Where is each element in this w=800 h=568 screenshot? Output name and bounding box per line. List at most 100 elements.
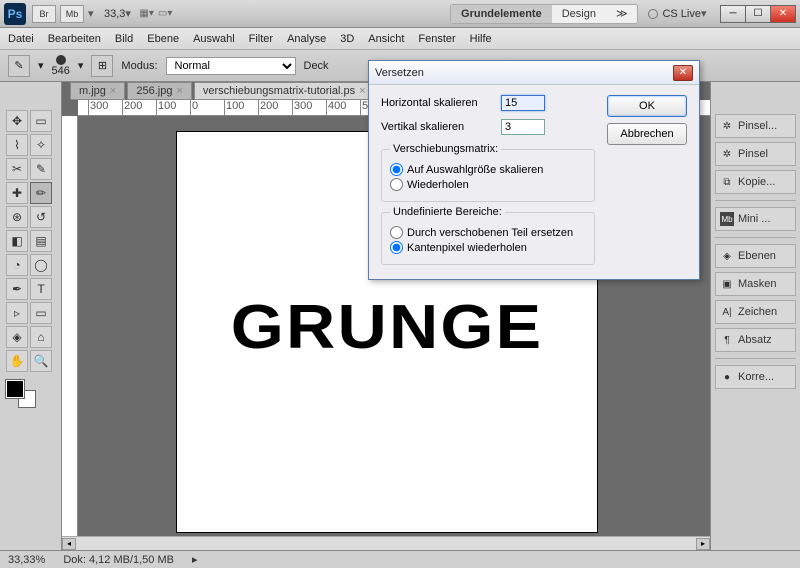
radio-repeat-edge-label: Kantenpixel wiederholen — [407, 242, 527, 254]
minibridge-button[interactable]: Mb — [60, 5, 84, 23]
brush-preset[interactable]: 546 — [52, 55, 70, 77]
adjust-icon: ● — [720, 370, 734, 384]
stamp-tool[interactable]: ⊛ — [6, 206, 28, 228]
blur-tool[interactable]: ◔ — [6, 254, 28, 276]
3d-tool[interactable]: ◈ — [6, 326, 28, 348]
menu-filter[interactable]: Filter — [249, 33, 273, 45]
menu-ansicht[interactable]: Ansicht — [368, 33, 404, 45]
v-scale-input[interactable] — [501, 119, 545, 135]
marquee-tool[interactable]: ▭ — [30, 110, 52, 132]
crop-tool[interactable]: ✂ — [6, 158, 28, 180]
menu-datei[interactable]: Datei — [8, 33, 34, 45]
menu-hilfe[interactable]: Hilfe — [470, 33, 492, 45]
zoom-dropdown-icon[interactable]: ▾ — [125, 7, 135, 20]
shape-tool[interactable]: ▭ — [30, 302, 52, 324]
ruler-vertical — [62, 116, 78, 550]
minimize-button[interactable]: ─ — [720, 5, 746, 23]
panel-kopie[interactable]: ⧉Kopie... — [715, 170, 796, 194]
workspace-design[interactable]: Design — [552, 5, 606, 23]
tab-256-jpg[interactable]: 256.jpg× — [127, 82, 192, 100]
current-tool-icon[interactable]: ✎ — [8, 55, 30, 77]
workspace-switcher: Grundelemente Design ≫ — [450, 4, 638, 24]
tab-m-jpg[interactable]: m.jpg× — [70, 82, 125, 100]
heal-tool[interactable]: ✚ — [6, 182, 28, 204]
cancel-button[interactable]: Abbrechen — [607, 123, 687, 145]
workspace-more[interactable]: ≫ — [606, 5, 638, 23]
h-scale-input[interactable] — [501, 95, 545, 111]
close-icon[interactable]: × — [110, 85, 116, 97]
panel-korrekturen[interactable]: ●Korre... — [715, 365, 796, 389]
dialog-close-button[interactable]: ✕ — [673, 65, 693, 81]
move-tool[interactable]: ✥ — [6, 110, 28, 132]
fg-color[interactable] — [6, 380, 24, 398]
screen-mode-icon[interactable]: ▭▾ — [158, 8, 172, 19]
undefined-legend: Undefinierte Bereiche: — [390, 206, 505, 218]
radio-tile[interactable] — [390, 178, 403, 191]
menu-bar: Datei Bearbeiten Bild Ebene Auswahl Filt… — [0, 28, 800, 50]
cslive-button[interactable]: CS Live ▾ — [648, 7, 711, 20]
panel-ebenen[interactable]: ◈Ebenen — [715, 244, 796, 268]
mb-icon: Mb — [720, 212, 734, 226]
zoom-level[interactable]: 33,3 — [104, 8, 125, 20]
hand-tool[interactable]: ✋ — [6, 350, 28, 372]
status-more-icon[interactable]: ▸ — [192, 553, 198, 566]
scroll-left-icon[interactable]: ◂ — [62, 538, 76, 550]
close-button[interactable]: ✕ — [770, 5, 796, 23]
app-logo: Ps — [4, 3, 26, 25]
color-swatches[interactable] — [6, 380, 46, 410]
ok-button[interactable]: OK — [607, 95, 687, 117]
menu-fenster[interactable]: Fenster — [418, 33, 455, 45]
panel-pinsel-presets[interactable]: ✲Pinsel... — [715, 114, 796, 138]
menu-3d[interactable]: 3D — [340, 33, 354, 45]
radio-stretch[interactable] — [390, 163, 403, 176]
close-icon[interactable]: × — [176, 85, 182, 97]
menu-analyse[interactable]: Analyse — [287, 33, 326, 45]
radio-repeat-edge[interactable] — [390, 241, 403, 254]
canvas-text: GRUNGE — [231, 292, 544, 363]
panel-pinsel[interactable]: ✲Pinsel — [715, 142, 796, 166]
bridge-button[interactable]: Br — [32, 5, 56, 23]
eyedropper-tool[interactable]: ✎ — [30, 158, 52, 180]
panel-absatz[interactable]: ¶Absatz — [715, 328, 796, 352]
menu-auswahl[interactable]: Auswahl — [193, 33, 235, 45]
view-arrange-icon[interactable]: ▦▾ — [139, 8, 153, 19]
close-icon[interactable]: × — [359, 85, 365, 97]
opacity-label: Deck — [304, 60, 329, 72]
scrollbar-horizontal[interactable]: ◂ ▸ — [62, 536, 710, 550]
paragraph-icon: ¶ — [720, 333, 734, 347]
path-tool[interactable]: ▹ — [6, 302, 28, 324]
gradient-tool[interactable]: ▤ — [30, 230, 52, 252]
status-docsize[interactable]: Dok: 4,12 MB/1,50 MB — [63, 554, 174, 566]
wand-tool[interactable]: ✧ — [30, 134, 52, 156]
dialog-titlebar[interactable]: Versetzen ✕ — [369, 61, 699, 85]
zoom-tool[interactable]: 🔍 — [30, 350, 52, 372]
history-brush-tool[interactable]: ↺ — [30, 206, 52, 228]
radio-wrap[interactable] — [390, 226, 403, 239]
panel-zeichen[interactable]: A|Zeichen — [715, 300, 796, 324]
status-zoom[interactable]: 33,33% — [8, 554, 45, 566]
eraser-tool[interactable]: ◧ — [6, 230, 28, 252]
camera-tool[interactable]: ⌂ — [30, 326, 52, 348]
lasso-tool[interactable]: ⌇ — [6, 134, 28, 156]
toolbox: ✥ ▭ ⌇ ✧ ✂ ✎ ✚ ✏ ⊛ ↺ ◧ ▤ ◔ ◯ ✒ T ▹ ▭ ◈ ⌂ … — [0, 82, 62, 550]
menu-ebene[interactable]: Ebene — [147, 33, 179, 45]
menu-bearbeiten[interactable]: Bearbeiten — [48, 33, 101, 45]
brush-size-value: 546 — [52, 65, 70, 77]
menu-bild[interactable]: Bild — [115, 33, 133, 45]
versetzen-dialog: Versetzen ✕ Horizontal skalieren Vertika… — [368, 60, 700, 280]
brush-tool[interactable]: ✏ — [30, 182, 52, 204]
blend-mode-select[interactable]: Normal — [166, 57, 296, 75]
type-tool[interactable]: T — [30, 278, 52, 300]
pen-tool[interactable]: ✒ — [6, 278, 28, 300]
panel-masken[interactable]: ▣Masken — [715, 272, 796, 296]
brush-icon: ✲ — [720, 147, 734, 161]
dropdown-arrow-icon[interactable]: ▾ — [88, 7, 98, 20]
maximize-button[interactable]: ☐ — [745, 5, 771, 23]
tab-tutorial[interactable]: verschiebungsmatrix-tutorial.ps× — [194, 82, 375, 100]
workspace-grundelemente[interactable]: Grundelemente — [451, 5, 552, 23]
brush-panel-toggle[interactable]: ⊞ — [91, 55, 113, 77]
dodge-tool[interactable]: ◯ — [30, 254, 52, 276]
h-scale-label: Horizontal skalieren — [381, 97, 501, 109]
panel-minibridge[interactable]: MbMini ... — [715, 207, 796, 231]
scroll-right-icon[interactable]: ▸ — [696, 538, 710, 550]
